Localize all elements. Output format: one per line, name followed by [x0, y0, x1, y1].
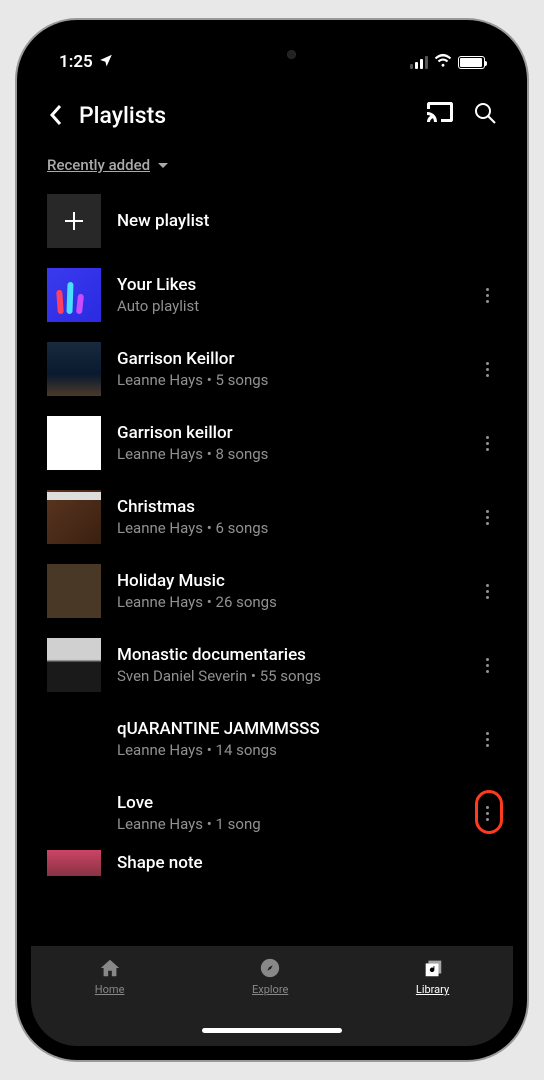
back-button[interactable] [39, 96, 73, 134]
cellular-icon [410, 56, 428, 69]
nav-explore-label: Explore [252, 983, 288, 996]
more-button[interactable] [469, 578, 505, 605]
playlist-title: Garrison keillor [117, 423, 453, 443]
more-button[interactable] [469, 282, 505, 309]
playlist-thumbnail [47, 850, 101, 876]
app-header: Playlists [31, 78, 513, 142]
playlist-subtitle: Leanne Hays • 8 songs [117, 445, 453, 463]
sort-dropdown[interactable]: Recently added [47, 156, 168, 174]
playlist-thumbnail [47, 564, 101, 618]
playlist-title: Garrison Keillor [117, 349, 453, 369]
location-icon [99, 52, 113, 72]
playlist-subtitle: Leanne Hays • 26 songs [117, 593, 453, 611]
new-playlist-label: New playlist [117, 211, 505, 231]
playlist-thumbnail [47, 268, 101, 322]
playlist-thumbnail [47, 786, 101, 840]
playlist-row[interactable]: Christmas Leanne Hays • 6 songs [31, 480, 513, 554]
playlist-row[interactable]: Garrison keillor Leanne Hays • 8 songs [31, 406, 513, 480]
playlist-thumbnail [47, 416, 101, 470]
more-button[interactable] [469, 652, 505, 679]
playlist-subtitle: Leanne Hays • 1 song [117, 815, 453, 833]
wifi-icon [434, 52, 452, 72]
new-playlist-button[interactable]: New playlist [31, 184, 513, 258]
phone-screen: 1:25 Playlists [31, 34, 513, 1046]
playlist-row[interactable]: qUARANTINE JAMMMSSS Leanne Hays • 14 son… [31, 702, 513, 776]
more-button[interactable] [469, 504, 505, 531]
more-button[interactable] [469, 726, 505, 753]
playlist-title: Love [117, 793, 453, 813]
playlist-subtitle: Leanne Hays • 6 songs [117, 519, 453, 537]
nav-library[interactable]: Library [416, 957, 449, 996]
nav-library-label: Library [416, 983, 449, 996]
playlist-subtitle: Auto playlist [117, 297, 453, 315]
front-camera [287, 50, 296, 59]
playlist-subtitle: Leanne Hays • 5 songs [117, 371, 453, 389]
notch [172, 34, 372, 64]
playlist-row[interactable]: Holiday Music Leanne Hays • 26 songs [31, 554, 513, 628]
sort-row: Recently added [31, 142, 513, 184]
home-indicator[interactable] [31, 1018, 513, 1046]
cast-icon[interactable] [427, 102, 453, 128]
playlist-title: qUARANTINE JAMMMSSS [117, 719, 453, 739]
playlist-subtitle: Leanne Hays • 14 songs [117, 741, 453, 759]
playlist-title: Holiday Music [117, 571, 453, 591]
search-icon[interactable] [473, 101, 497, 129]
playlist-row[interactable]: Shape note [31, 850, 513, 876]
nav-home[interactable]: Home [95, 957, 125, 996]
battery-icon [458, 56, 485, 69]
bottom-nav: Home Explore Library [31, 946, 513, 1018]
playlist-row[interactable]: Monastic documentaries Sven Daniel Sever… [31, 628, 513, 702]
playlist-subtitle: Sven Daniel Severin • 55 songs [117, 667, 453, 685]
phone-frame: 1:25 Playlists [17, 20, 527, 1060]
playlist-thumbnail [47, 638, 101, 692]
nav-home-label: Home [95, 983, 125, 996]
nav-explore[interactable]: Explore [252, 957, 288, 996]
status-time: 1:25 [59, 52, 93, 72]
playlist-title: Monastic documentaries [117, 645, 453, 665]
playlist-title: Shape note [117, 853, 505, 873]
playlist-title: Christmas [117, 497, 453, 517]
playlist-list[interactable]: New playlist Your Likes Auto playlist Ga… [31, 184, 513, 946]
sort-label: Recently added [47, 156, 150, 174]
page-title: Playlists [79, 102, 427, 129]
more-button[interactable] [469, 430, 505, 457]
more-button[interactable] [469, 356, 505, 383]
playlist-thumbnail [47, 712, 101, 766]
playlist-row[interactable]: Garrison Keillor Leanne Hays • 5 songs [31, 332, 513, 406]
playlist-thumbnail [47, 342, 101, 396]
playlist-thumbnail [47, 490, 101, 544]
plus-icon [47, 194, 101, 248]
playlist-title: Your Likes [117, 275, 453, 295]
more-button[interactable] [469, 800, 505, 827]
playlist-row[interactable]: Your Likes Auto playlist [31, 258, 513, 332]
playlist-row[interactable]: Love Leanne Hays • 1 song [31, 776, 513, 850]
